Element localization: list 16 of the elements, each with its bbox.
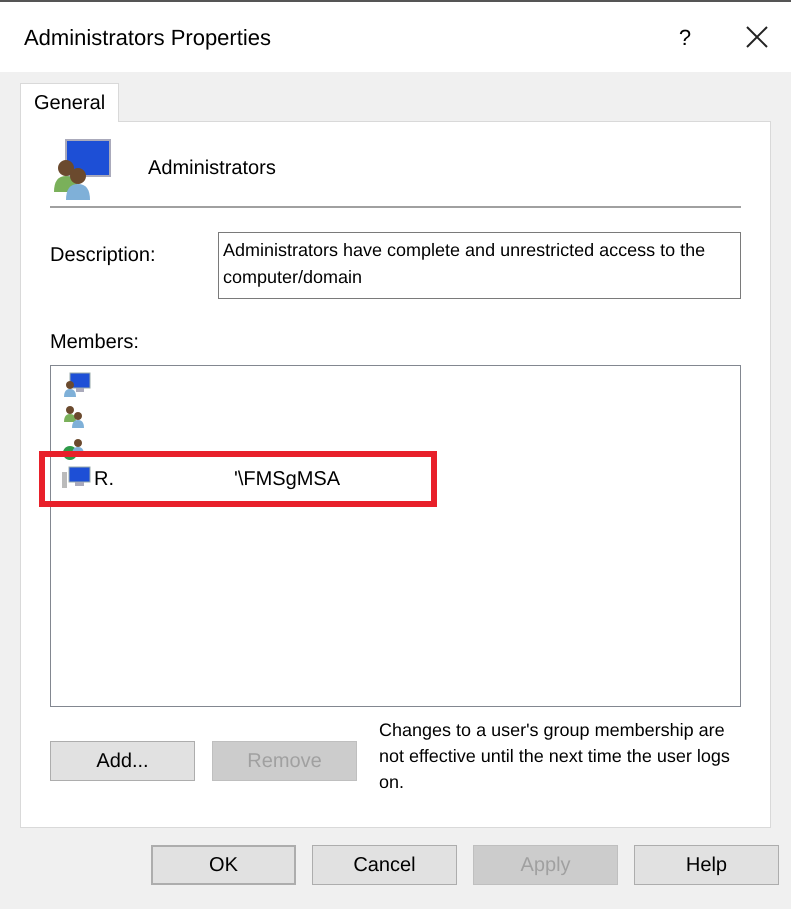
member-item[interactable]: R. '\FMSgMSA — [60, 463, 731, 494]
dialog-button[interactable]: OK — [151, 845, 296, 885]
membership-note: Changes to a user's group membership are not effective until the next time the user logs on. — [379, 719, 731, 794]
members-label: Members: — [50, 330, 140, 355]
description-field[interactable]: Administrators have complete and unrestricted access to the computer/domain — [218, 232, 741, 299]
close-icon[interactable] — [745, 25, 769, 49]
dialog-button[interactable]: Help — [634, 845, 779, 885]
tab[interactable]: General — [20, 83, 120, 122]
window-title: Administrators Properties — [24, 24, 272, 52]
group-name: Administrators — [148, 156, 276, 181]
description-label: Description: — [50, 243, 157, 268]
dialog-button[interactable]: Cancel — [312, 845, 457, 885]
member-name: R. — [94, 466, 114, 492]
member-name: '\FMSgMSA — [234, 466, 340, 492]
dialog-button[interactable]: Add... — [50, 741, 195, 781]
help-button[interactable]: ? — [665, 20, 705, 54]
